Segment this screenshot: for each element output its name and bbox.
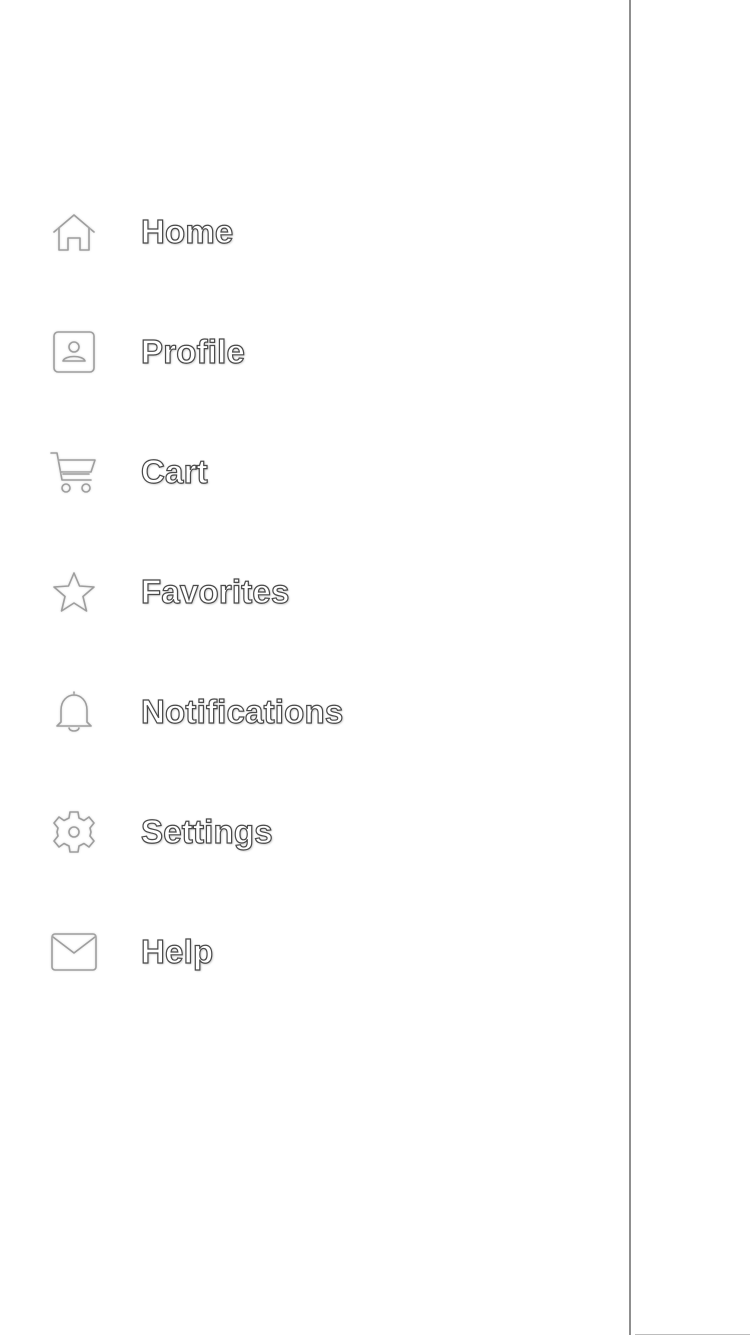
drawer-item-label: Favorites — [140, 572, 290, 610]
home-icon — [49, 210, 99, 254]
drawer-item-home[interactable]: Home — [0, 172, 629, 292]
drawer-item-profile[interactable]: Profile — [0, 292, 629, 412]
drawer-item-favorites[interactable]: Favorites — [0, 532, 629, 652]
cart-icon — [49, 450, 99, 494]
mail-icon — [49, 930, 99, 974]
drawer-item-help[interactable]: Help — [0, 892, 629, 1012]
drawer-item-settings[interactable]: Settings — [0, 772, 629, 892]
drawer-menu: Home Profile Cart Favorites Notification… — [0, 172, 629, 1012]
drawer-item-label: Home — [140, 212, 234, 250]
app-screen: Home Profile Cart Favorites Notification… — [0, 0, 750, 1335]
drawer-item-label: Settings — [140, 812, 273, 850]
drawer-item-label: Notifications — [140, 692, 344, 730]
drawer-item-label: Profile — [140, 332, 246, 370]
drawer-item-label: Cart — [140, 452, 208, 490]
navigation-drawer: Home Profile Cart Favorites Notification… — [0, 0, 629, 1335]
gear-icon — [49, 810, 99, 854]
drawer-item-label: Help — [140, 932, 214, 970]
star-icon — [49, 570, 99, 614]
drawer-item-cart[interactable]: Cart — [0, 412, 629, 532]
drawer-item-notifications[interactable]: Notifications — [0, 652, 629, 772]
content-scrim[interactable] — [631, 0, 750, 1335]
bell-icon — [49, 690, 99, 734]
profile-icon — [49, 330, 99, 374]
